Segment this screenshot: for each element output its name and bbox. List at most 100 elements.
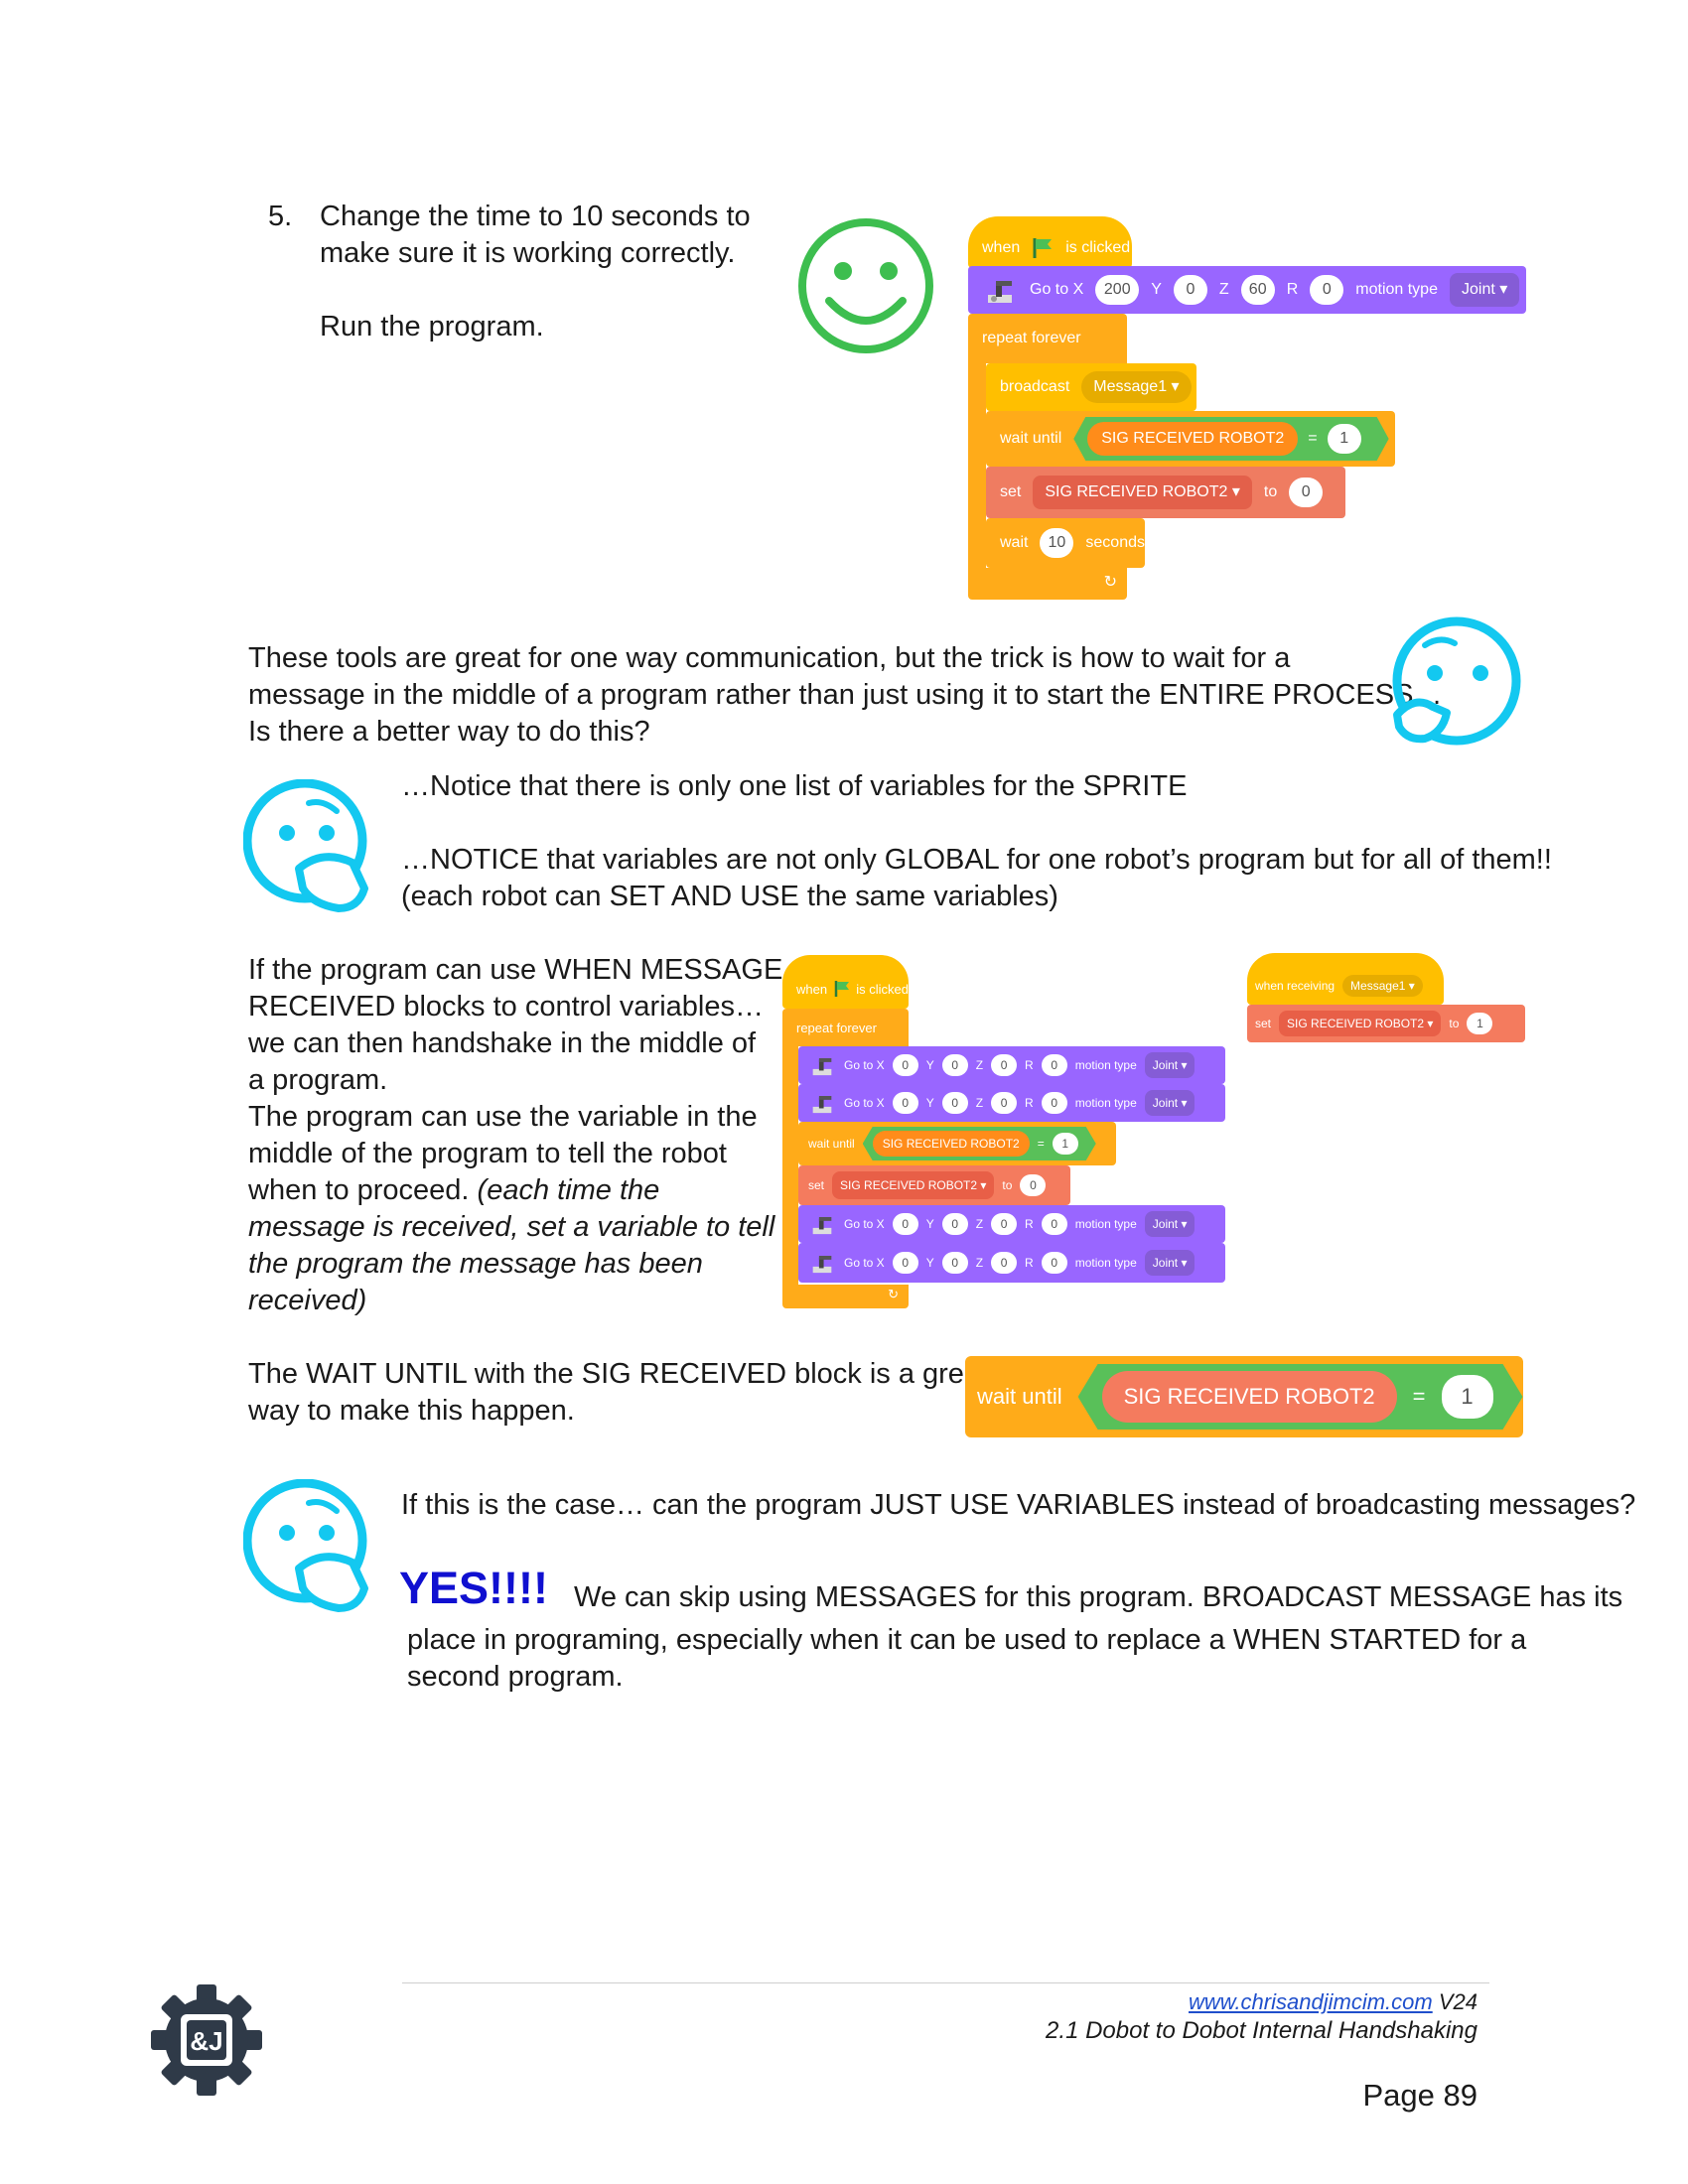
goto-block[interactable]: Go to X 200 Y 0 Z 60 R 0 motion type Joi… xyxy=(968,266,1526,314)
goto-x-label: Go to X xyxy=(1030,281,1084,298)
goto-x-label: Go to X xyxy=(844,1096,885,1110)
set-variable-block-2[interactable]: set SIG RECEIVED ROBOT2 ▾ to 0 xyxy=(798,1165,1070,1205)
when-label: when xyxy=(982,239,1021,256)
when-flag-clicked-block[interactable]: when is clicked xyxy=(968,216,1132,268)
compare-value-input[interactable]: 1 xyxy=(1053,1133,1078,1155)
message-dropdown[interactable]: Message1 ▾ xyxy=(1081,371,1192,403)
motion-type-dropdown[interactable]: Joint ▾ xyxy=(1144,1211,1196,1237)
when-receiving-block[interactable]: when receiving Message1 ▾ xyxy=(1247,953,1444,1005)
variable-dropdown[interactable]: SIG RECEIVED ROBOT2 ▾ xyxy=(1033,476,1252,509)
y-label: Y xyxy=(1151,281,1162,298)
z-input[interactable]: 60 xyxy=(1240,275,1275,305)
version-label: V24 xyxy=(1438,1989,1477,2014)
when-flag-clicked-block-2[interactable]: when is clicked xyxy=(782,955,909,1009)
y-input[interactable]: 0 xyxy=(1173,275,1207,305)
broadcast-label: broadcast xyxy=(1000,378,1070,395)
broadcast-block[interactable]: broadcast Message1 ▾ xyxy=(986,363,1196,411)
step-number: 5. xyxy=(268,201,293,232)
para2-line4: a program. xyxy=(248,1064,388,1096)
to-label: to xyxy=(1002,1178,1013,1192)
y-input[interactable]: 0 xyxy=(941,1213,968,1235)
repeat-forever-footer-2: ↻ xyxy=(782,1285,909,1308)
z-input[interactable]: 0 xyxy=(991,1092,1018,1114)
y-input[interactable]: 0 xyxy=(941,1054,968,1076)
motion-type-dropdown[interactable]: Joint ▾ xyxy=(1449,273,1520,307)
wait-label: wait xyxy=(1000,534,1029,551)
repeat-forever-label: repeat forever xyxy=(982,330,1081,346)
z-label: Z xyxy=(1218,281,1229,298)
z-label: Z xyxy=(975,1217,984,1231)
y-input[interactable]: 0 xyxy=(941,1252,968,1274)
chris-and-jim-gear-logo: &J xyxy=(151,1984,262,2096)
motion-type-dropdown[interactable]: Joint ▾ xyxy=(1144,1090,1196,1116)
compare-value-input[interactable]: 1 xyxy=(1328,424,1361,454)
wait-seconds-block[interactable]: wait 10 seconds xyxy=(986,518,1145,568)
r-label: R xyxy=(1025,1058,1034,1072)
notice-line3: (each robot can SET AND USE the same var… xyxy=(401,881,1058,912)
seconds-label: seconds xyxy=(1085,534,1145,551)
x-input[interactable]: 0 xyxy=(892,1092,918,1114)
repeat-forever-label: repeat forever xyxy=(796,1020,877,1035)
equals-operator[interactable]: SIG RECEIVED ROBOT2 = 1 xyxy=(1078,1364,1523,1430)
dobot-arm-icon xyxy=(812,1256,832,1274)
r-input[interactable]: 0 xyxy=(1041,1252,1067,1274)
motion-type-label: motion type xyxy=(1074,1096,1137,1110)
repeat-forever-block-2[interactable]: repeat forever xyxy=(782,1009,909,1046)
variable-dropdown[interactable]: SIG RECEIVED ROBOT2 ▾ xyxy=(832,1171,995,1199)
green-flag-icon xyxy=(834,981,850,997)
dobot-arm-icon xyxy=(988,281,1012,303)
para4-line2: place in programing, especially when it … xyxy=(407,1624,1527,1656)
r-input[interactable]: 0 xyxy=(1041,1092,1067,1114)
equals-operator[interactable]: SIG RECEIVED ROBOT2 = 1 xyxy=(863,1127,1096,1160)
seconds-input[interactable]: 10 xyxy=(1040,528,1074,558)
compare-value-input[interactable]: 1 xyxy=(1442,1375,1493,1419)
wait-until-block-large[interactable]: wait until SIG RECEIVED ROBOT2 = 1 xyxy=(965,1356,1523,1437)
motion-type-dropdown[interactable]: Joint ▾ xyxy=(1144,1052,1196,1078)
goto-block-2a[interactable]: Go to X 0 Y 0 Z 0 R 0 motion type Joint … xyxy=(798,1046,1225,1084)
variable-dropdown[interactable]: SIG RECEIVED ROBOT2 ▾ xyxy=(1279,1011,1442,1036)
footer-url-line: www.chrisandjimcim.com V24 xyxy=(1189,1988,1477,2016)
motion-type-label: motion type xyxy=(1355,281,1438,298)
sig-variable-reporter[interactable]: SIG RECEIVED ROBOT2 xyxy=(873,1131,1030,1157)
set-variable-block[interactable]: set SIG RECEIVED ROBOT2 ▾ to 0 xyxy=(986,467,1345,518)
set-value-input[interactable]: 0 xyxy=(1289,478,1324,507)
sig-variable-reporter[interactable]: SIG RECEIVED ROBOT2 xyxy=(1102,1371,1397,1423)
notice-line1: …Notice that there is only one list of v… xyxy=(401,770,1188,802)
para1-line2: message in the middle of a program rathe… xyxy=(248,679,1443,711)
repeat-forever-block[interactable]: repeat forever xyxy=(968,314,1127,363)
motion-type-label: motion type xyxy=(1074,1058,1137,1072)
goto-block-2c[interactable]: Go to X 0 Y 0 Z 0 R 0 motion type Joint … xyxy=(798,1205,1225,1243)
set-variable-block-3[interactable]: set SIG RECEIVED ROBOT2 ▾ to 1 xyxy=(1247,1005,1525,1042)
wait-until-block-2[interactable]: wait until SIG RECEIVED ROBOT2 = 1 xyxy=(798,1122,1116,1165)
equals-operator[interactable]: SIG RECEIVED ROBOT2 = 1 xyxy=(1073,417,1388,461)
goto-block-2b[interactable]: Go to X 0 Y 0 Z 0 R 0 motion type Joint … xyxy=(798,1084,1225,1122)
r-input[interactable]: 0 xyxy=(1041,1213,1067,1235)
sig-variable-reporter[interactable]: SIG RECEIVED ROBOT2 xyxy=(1087,422,1298,456)
step5-run: Run the program. xyxy=(320,311,544,342)
x-input[interactable]: 200 xyxy=(1095,275,1140,305)
motion-type-dropdown[interactable]: Joint ▾ xyxy=(1144,1250,1196,1276)
r-input[interactable]: 0 xyxy=(1310,275,1344,305)
set-value-input[interactable]: 0 xyxy=(1020,1174,1047,1196)
step5-line1: Change the time to 10 seconds to xyxy=(320,201,751,232)
equals-sign: = xyxy=(1308,430,1318,447)
wait-until-label: wait until xyxy=(808,1137,855,1151)
r-input[interactable]: 0 xyxy=(1041,1054,1067,1076)
y-label: Y xyxy=(925,1096,934,1110)
goto-block-2d[interactable]: Go to X 0 Y 0 Z 0 R 0 motion type Joint … xyxy=(798,1243,1225,1283)
x-input[interactable]: 0 xyxy=(892,1252,918,1274)
x-input[interactable]: 0 xyxy=(892,1054,918,1076)
footer-subtitle: 2.1 Dobot to Dobot Internal Handshaking xyxy=(1046,2017,1477,2044)
message-dropdown[interactable]: Message1 ▾ xyxy=(1342,975,1423,997)
x-input[interactable]: 0 xyxy=(892,1213,918,1235)
smiley-face-icon xyxy=(798,218,933,353)
z-input[interactable]: 0 xyxy=(991,1213,1018,1235)
y-input[interactable]: 0 xyxy=(941,1092,968,1114)
website-link[interactable]: www.chrisandjimcim.com xyxy=(1189,1989,1433,2014)
wait-until-block[interactable]: wait until SIG RECEIVED ROBOT2 = 1 xyxy=(986,411,1395,467)
z-input[interactable]: 0 xyxy=(991,1054,1018,1076)
set-value-input[interactable]: 1 xyxy=(1467,1013,1493,1034)
para2-line5: The program can use the variable in the xyxy=(248,1101,758,1133)
z-input[interactable]: 0 xyxy=(991,1252,1018,1274)
motion-type-label: motion type xyxy=(1074,1217,1137,1231)
